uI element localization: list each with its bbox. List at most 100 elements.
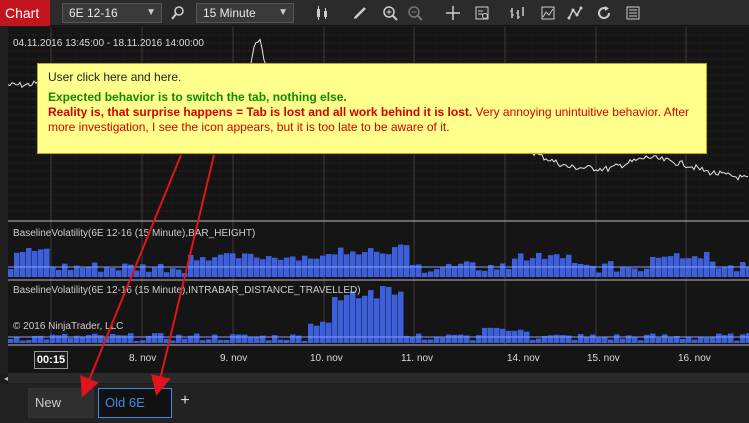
volatility-bar — [272, 335, 278, 343]
volatility-bar — [104, 337, 110, 343]
chevron-down-icon: ▼ — [278, 7, 288, 18]
volatility-bar — [452, 334, 458, 343]
volatility-bar — [422, 339, 428, 343]
volatility-bar — [470, 262, 476, 277]
volatility-bar — [398, 291, 404, 343]
search-icon[interactable] — [168, 3, 188, 23]
volatility-bar — [632, 336, 638, 343]
volatility-bar — [344, 295, 350, 343]
crosshair-icon[interactable] — [443, 3, 463, 23]
volatility-bar — [248, 253, 254, 277]
volatility-bar — [374, 298, 380, 343]
volatility-bar — [56, 270, 62, 277]
volatility-bar — [182, 273, 188, 277]
volatility-bar — [200, 340, 206, 343]
refresh-icon[interactable] — [594, 3, 614, 23]
volatility-bar — [638, 340, 644, 343]
volatility-bar — [68, 269, 74, 277]
volatility-bar — [518, 329, 524, 343]
volatility-bar — [206, 339, 212, 343]
volatility-bar — [50, 334, 56, 343]
volatility-bar — [314, 325, 320, 343]
volatility-bar — [116, 270, 122, 277]
volatility-bar — [254, 336, 260, 343]
volatility-bar — [44, 339, 50, 343]
volatility-bar — [464, 261, 470, 277]
tab-old-6e[interactable]: Old 6E — [98, 388, 172, 418]
instrument-value: 6E 12-16 — [69, 6, 118, 20]
volatility-bar — [26, 340, 32, 343]
volatility-bar — [362, 295, 368, 343]
pencil-icon[interactable] — [350, 3, 370, 23]
volatility-bar — [8, 339, 14, 343]
volatility-bar — [440, 337, 446, 343]
volatility-bar — [626, 267, 632, 277]
volatility-bar — [92, 333, 98, 343]
bar-type-icon[interactable] — [507, 3, 527, 23]
chart-left-margin — [0, 27, 8, 373]
indicators-icon[interactable] — [538, 3, 558, 23]
horizontal-scrollbar[interactable] — [8, 373, 749, 383]
volatility-bar — [290, 334, 296, 343]
add-tab-button[interactable]: + — [176, 390, 194, 412]
volatility-bar — [32, 250, 38, 277]
zoom-in-icon[interactable] — [380, 3, 400, 23]
volatility-bar — [338, 247, 344, 277]
volatility-bar — [170, 340, 176, 343]
volatility-bar — [302, 255, 308, 277]
volatility-bar — [674, 253, 680, 277]
volatility-bar — [476, 335, 482, 343]
volatility-bar — [152, 333, 158, 343]
volatility-bar — [518, 253, 524, 277]
panel2-indicator-label: BaselineVolatility(6E 12-16 (15 Minute),… — [13, 285, 361, 296]
volatility-bar — [686, 337, 692, 343]
strategies-icon[interactable] — [565, 3, 585, 23]
volatility-bar — [176, 334, 182, 343]
volatility-bar — [620, 267, 626, 277]
zoom-out-icon[interactable] — [405, 3, 425, 23]
volatility-bar — [530, 339, 536, 343]
volatility-bar — [410, 337, 416, 343]
volatility-bar — [206, 260, 212, 277]
tab-new[interactable]: New — [28, 388, 94, 418]
volatility-bar — [710, 337, 716, 343]
volatility-bar — [554, 334, 560, 343]
volatility-bar — [644, 268, 650, 277]
volatility-bar — [212, 334, 218, 343]
volatility-bar — [488, 327, 494, 343]
candlestick-icon[interactable] — [312, 3, 332, 23]
volatility-bar — [242, 334, 248, 343]
volatility-bar — [500, 263, 506, 277]
volatility-bar — [356, 298, 362, 343]
volatility-bar — [170, 268, 176, 277]
callout-reality-prefix: Reality is — [48, 105, 101, 119]
volatility-bar — [116, 335, 122, 343]
volatility-bar — [380, 286, 386, 343]
volatility-bar — [458, 263, 464, 277]
volatility-bar — [158, 333, 164, 343]
date-range-label: 04.11.2016 13:45:00 - 18.11.2016 14:00:0… — [13, 38, 204, 49]
volatility-bar — [572, 339, 578, 343]
volatility-bar — [416, 264, 422, 277]
data-box-icon[interactable] — [472, 3, 492, 23]
volatility-bar — [20, 252, 26, 277]
volatility-bar — [260, 259, 266, 277]
volatility-bar — [176, 269, 182, 277]
volatility-bar — [548, 255, 554, 277]
volatility-bar — [590, 334, 596, 343]
callout-reality-bold: , that surprise happens = Tab is lost an… — [100, 105, 473, 119]
volatility-bar — [704, 251, 710, 277]
volatility-bar — [482, 270, 488, 277]
volatility-bar — [698, 258, 704, 277]
x-axis-label: 11. nov — [401, 353, 434, 364]
chart-window-title: Chart — [0, 0, 50, 26]
instrument-selector[interactable]: 6E 12-16 ▼ — [62, 3, 162, 23]
volatility-bar — [536, 252, 542, 277]
properties-icon[interactable] — [623, 3, 643, 23]
volatility-bar — [308, 258, 314, 277]
interval-selector[interactable]: 15 Minute ▼ — [196, 3, 294, 23]
x-axis-label: 16. nov — [678, 353, 711, 364]
volatility-bar — [734, 340, 740, 343]
volatility-bar — [584, 337, 590, 343]
volatility-bar — [98, 335, 104, 343]
